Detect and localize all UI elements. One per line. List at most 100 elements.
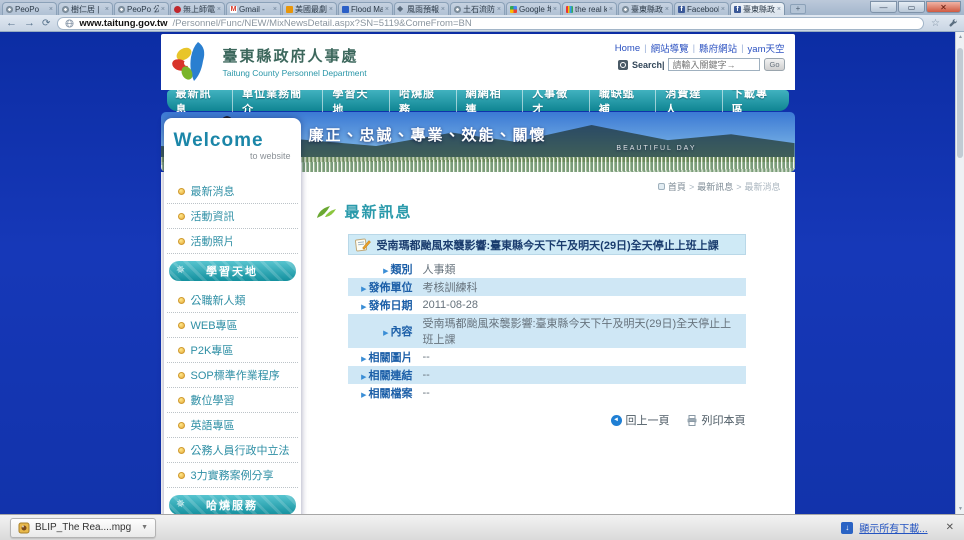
table-row: ▶相關檔案--	[348, 384, 746, 402]
breadcrumb-latest-news[interactable]: 最新訊息	[697, 180, 733, 193]
bookmark-star-icon[interactable]: ☆	[931, 18, 940, 29]
tab-close-icon[interactable]: ×	[161, 6, 165, 13]
scrollbar-thumb[interactable]	[957, 48, 963, 158]
search-input[interactable]	[668, 58, 760, 71]
address-bar[interactable]: www.taitung.gov.tw/Personnel/Func/NEW/Mi…	[57, 17, 924, 30]
close-button[interactable]: ✕	[926, 1, 961, 13]
facebook-icon: f	[678, 6, 685, 13]
breadcrumb-home[interactable]: 首頁	[668, 180, 686, 193]
tab-supreme-master-tv[interactable]: 無上師電×	[170, 2, 225, 15]
tab-news[interactable]: 美國最劇×	[282, 2, 337, 15]
welcome-subtitle: to website	[174, 151, 291, 161]
close-downloads-bar-icon[interactable]: ✕	[946, 522, 954, 533]
stamp-icon: ✵	[174, 262, 188, 277]
tab-taitung-personnel-active[interactable]: f臺東縣政×	[730, 2, 785, 15]
tab-weather-forecast[interactable]: 風雨預報×	[394, 2, 449, 15]
tab-title: 土石流防	[463, 4, 495, 15]
link-yam[interactable]: yam天空	[748, 41, 785, 55]
vertical-scrollbar[interactable]: ▲ ▼	[955, 32, 964, 514]
tab-the-real[interactable]: the real k×	[562, 2, 617, 15]
tab-title: PeoPo	[15, 5, 47, 14]
search-row: Search| Go	[618, 58, 785, 71]
tab-title: 樹仁居 |	[71, 4, 103, 15]
sidebar-item-neutrality-act[interactable]: 公務人員行政中立法	[167, 438, 298, 463]
field-value: 人事類	[418, 260, 746, 278]
tab-close-icon[interactable]: ×	[721, 6, 725, 13]
tab-shurenju[interactable]: 樹仁居 |×	[58, 2, 113, 15]
sidebar-item-p2k-zone[interactable]: P2K專區	[167, 338, 298, 363]
field-value: 受南瑪都颱風來襲影響:臺東縣今天下午及明天(29日)全天停止上班上課	[418, 314, 746, 348]
browser-window: PeoPo× 樹仁居 |× PeoPo 公× 無上師電× MGmail -× 美…	[0, 0, 964, 540]
forward-icon[interactable]: →	[24, 18, 35, 29]
download-item[interactable]: BLIP_The Rea....mpg ▼	[10, 518, 156, 538]
tab-landslide[interactable]: 土石流防×	[450, 2, 505, 15]
tab-facebook[interactable]: fFacebook×	[674, 2, 729, 15]
minimize-button[interactable]: —	[870, 1, 897, 13]
sidebar-item-sop[interactable]: SOP標準作業程序	[167, 363, 298, 388]
sidebar-item-latest-news[interactable]: 最新消息	[167, 179, 298, 204]
search-go-button[interactable]: Go	[764, 58, 784, 71]
wrench-menu-icon[interactable]	[947, 18, 958, 29]
tab-peopo-public[interactable]: PeoPo 公×	[114, 2, 169, 15]
scroll-down-icon[interactable]: ▼	[956, 506, 964, 512]
tab-close-icon[interactable]: ×	[105, 6, 109, 13]
tab-close-icon[interactable]: ×	[273, 6, 277, 13]
breadcrumb-separator: >	[736, 182, 741, 192]
back-label: 回上一頁	[626, 412, 670, 428]
news-title: 受南瑪都颱風來襲影響:臺東縣今天下午及明天(29日)全天停止上班上課	[377, 237, 719, 253]
reload-icon[interactable]: ⟳	[42, 18, 50, 29]
sidebar-item-label: 公務人員行政中立法	[191, 442, 290, 458]
tab-flood-map[interactable]: Flood Ma×	[338, 2, 393, 15]
print-label: 列印本頁	[702, 412, 746, 428]
sidebar-item-elearning[interactable]: 數位學習	[167, 388, 298, 413]
back-to-previous-link[interactable]: ◄回上一頁	[611, 412, 670, 428]
sidebar-item-web-zone[interactable]: WEB專區	[167, 313, 298, 338]
tab-close-icon[interactable]: ×	[665, 6, 669, 13]
new-tab-button[interactable]: +	[790, 4, 806, 14]
search-label: Search|	[632, 60, 665, 70]
maximize-button[interactable]: ▭	[898, 1, 925, 13]
scroll-up-icon[interactable]: ▲	[956, 34, 964, 40]
print-page-link[interactable]: 列印本頁	[686, 412, 746, 428]
sidebar-item-label: 數位學習	[191, 392, 235, 408]
breadcrumb-separator: >	[689, 182, 694, 192]
chevron-down-icon[interactable]: ▼	[141, 524, 148, 531]
colored-site-icon	[566, 6, 573, 13]
sidebar-item-event-photos[interactable]: 活動照片	[167, 229, 298, 254]
tab-peopo[interactable]: PeoPo×	[2, 2, 57, 15]
tab-google-maps[interactable]: Google 地×	[506, 2, 561, 15]
downloads-bar-right: ↓ 顯示所有下載... ✕	[841, 520, 954, 535]
tab-close-icon[interactable]: ×	[441, 6, 445, 13]
content-area: 首頁 > 最新訊息 > 最新消息 最新訊息	[311, 172, 795, 514]
tab-title: PeoPo 公	[127, 4, 159, 15]
window-controls: — ▭ ✕	[870, 1, 961, 13]
tab-title: Gmail -	[239, 5, 271, 14]
back-icon[interactable]: ←	[6, 18, 17, 29]
show-all-downloads-link[interactable]: 顯示所有下載...	[859, 520, 927, 535]
tab-close-icon[interactable]: ×	[49, 6, 53, 13]
tab-taitung-gov[interactable]: 臺東縣政×	[618, 2, 673, 15]
tab-close-icon[interactable]: ×	[609, 6, 613, 13]
field-value: --	[418, 366, 746, 384]
tab-close-icon[interactable]: ×	[553, 6, 557, 13]
link-home[interactable]: Home	[615, 43, 640, 54]
sidebar-item-english-zone[interactable]: 英語專區	[167, 413, 298, 438]
sidebar-item-new-civil[interactable]: 公職新人類	[167, 288, 298, 313]
tab-close-icon[interactable]: ×	[777, 6, 781, 13]
tab-title: 風雨預報	[407, 4, 439, 15]
tab-close-icon[interactable]: ×	[497, 6, 501, 13]
site-logo	[171, 39, 213, 85]
sidebar-item-3power-cases[interactable]: 3力實務案例分享	[167, 463, 298, 488]
table-row: ▶相關圖片--	[348, 348, 746, 366]
tab-title: 無上師電	[183, 4, 215, 15]
tab-gmail[interactable]: MGmail -×	[226, 2, 281, 15]
link-county-site[interactable]: 縣府網站	[699, 41, 737, 55]
tab-close-icon[interactable]: ×	[385, 6, 389, 13]
table-row: ▶相關連結--	[348, 366, 746, 384]
flood-map-icon	[342, 6, 349, 13]
link-sitemap[interactable]: 網站導覽	[651, 41, 689, 55]
sidebar-item-event-info[interactable]: 活動資訊	[167, 204, 298, 229]
tab-close-icon[interactable]: ×	[329, 6, 333, 13]
bullet-icon	[178, 447, 185, 454]
tab-close-icon[interactable]: ×	[217, 6, 221, 13]
